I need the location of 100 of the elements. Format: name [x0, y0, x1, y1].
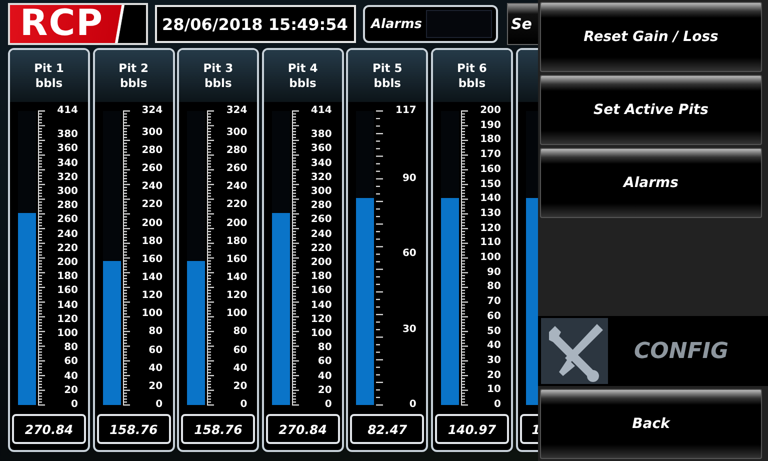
scale-label: 80: [318, 342, 332, 354]
pit-value: 140.97: [434, 414, 509, 444]
scale-label: 414: [57, 105, 78, 117]
scale-label: 60: [402, 248, 416, 260]
alarms-label: Alarms: [371, 16, 422, 32]
scale-label: 60: [148, 344, 163, 357]
pit-unit: bbls: [458, 76, 486, 91]
scale-label: 90: [402, 172, 416, 185]
scale-label: 140: [226, 272, 248, 284]
scale-label: 280: [310, 200, 332, 212]
pit-title: Pit 3: [203, 61, 234, 76]
scale-label: 80: [64, 342, 78, 354]
scale-label: 160: [310, 285, 332, 298]
scale-label: 180: [480, 134, 501, 146]
pit-unit: bbls: [120, 76, 148, 91]
scale-label: 200: [142, 218, 163, 230]
scale-label: 300: [226, 126, 248, 139]
scale-label: 160: [480, 164, 501, 176]
logo: RCP: [8, 3, 148, 45]
scale-label: 180: [142, 236, 163, 248]
scale-label: 150: [480, 178, 501, 190]
scale-label: 40: [233, 362, 248, 375]
scale-label: 280: [142, 144, 163, 157]
scale-label: 40: [64, 370, 78, 383]
scale-label: 20: [318, 384, 332, 397]
scale-label: 60: [233, 344, 248, 357]
pit-title: Pit 4: [288, 61, 318, 76]
scale-label: 10: [487, 384, 501, 396]
scale-label: 110: [480, 237, 501, 250]
scale-label: 60: [64, 356, 78, 368]
scale-label: 80: [148, 326, 163, 338]
scale-label: 180: [57, 271, 78, 284]
scale-label: 40: [487, 340, 501, 352]
scale-label: 414: [310, 105, 332, 117]
pit-value: 158.76: [181, 414, 256, 444]
scale-label: 80: [233, 326, 248, 338]
scale-label: 200: [57, 256, 78, 269]
scale-label: 80: [487, 281, 501, 294]
menu-button[interactable]: Set Active Pits: [540, 75, 762, 145]
scale-label: 100: [57, 328, 78, 340]
scale-label: 0: [240, 399, 248, 411]
scale-label: 140: [142, 272, 163, 284]
scale-label: 220: [142, 199, 163, 212]
scale-label: 280: [226, 144, 248, 157]
scale-label: 50: [487, 326, 501, 338]
alarm-indicator: [426, 10, 492, 38]
scale-label: 180: [310, 271, 332, 284]
scale-label: 360: [310, 143, 332, 156]
pit-unit: bbls: [289, 76, 316, 91]
scale-label: 260: [142, 163, 163, 176]
scale-label: 140: [310, 300, 332, 312]
pit-unit: bbls: [35, 76, 63, 91]
scale-label: 100: [142, 308, 163, 320]
scale-label: 20: [487, 370, 501, 382]
back-button[interactable]: Back: [540, 389, 762, 459]
scale-label: 360: [57, 143, 78, 156]
scale-label: 160: [226, 254, 248, 266]
pit-title: Pit 1: [34, 61, 64, 76]
scale-label: 170: [480, 149, 501, 162]
menu-button[interactable]: Reset Gain / Loss: [540, 2, 762, 72]
scale-label: 0: [409, 399, 416, 411]
scale-label: 280: [57, 200, 78, 212]
scale-label: 20: [148, 380, 163, 393]
scale-label: 220: [57, 242, 78, 255]
scale-label: 340: [57, 158, 78, 170]
scale-label: 200: [480, 105, 501, 117]
scale-label: 324: [226, 105, 248, 117]
scale-label: 20: [64, 384, 78, 397]
scale-label: 120: [310, 314, 332, 326]
pit-value: 270.84: [266, 414, 340, 444]
scale-label: 340: [310, 158, 332, 170]
scale-label: 0: [494, 399, 501, 411]
section-title: CONFIG: [634, 338, 729, 364]
pit-unit: bbls: [204, 76, 232, 91]
scale-label: 190: [480, 120, 501, 132]
menu-button[interactable]: Alarms: [540, 148, 762, 218]
scale-label: 160: [57, 285, 78, 298]
scale-label: 100: [480, 252, 501, 264]
scale-label: 380: [310, 129, 332, 142]
scale-label: 0: [156, 399, 163, 411]
scale-label: 380: [57, 129, 78, 142]
datetime-display: 28/06/2018 15:49:54: [155, 5, 356, 43]
scale-label: 90: [487, 266, 501, 279]
scale-label: 240: [57, 228, 78, 241]
scale-label: 320: [57, 172, 78, 184]
scale-label: 200: [310, 256, 332, 269]
scale-label: 140: [57, 300, 78, 312]
scale-label: 20: [233, 380, 248, 393]
scale-label: 100: [310, 328, 332, 340]
scale-label: 0: [71, 399, 78, 411]
scale-label: 120: [480, 222, 501, 235]
scale-label: 324: [142, 105, 163, 117]
scale-label: 0: [324, 399, 332, 411]
scale-label: 200: [226, 218, 248, 230]
scale-label: 60: [318, 356, 332, 368]
scale-label: 300: [142, 126, 163, 139]
scale-label: 30: [487, 354, 501, 367]
scale-label: 40: [318, 370, 332, 383]
scale-label: 70: [487, 296, 501, 308]
scale-label: 40: [148, 362, 163, 375]
